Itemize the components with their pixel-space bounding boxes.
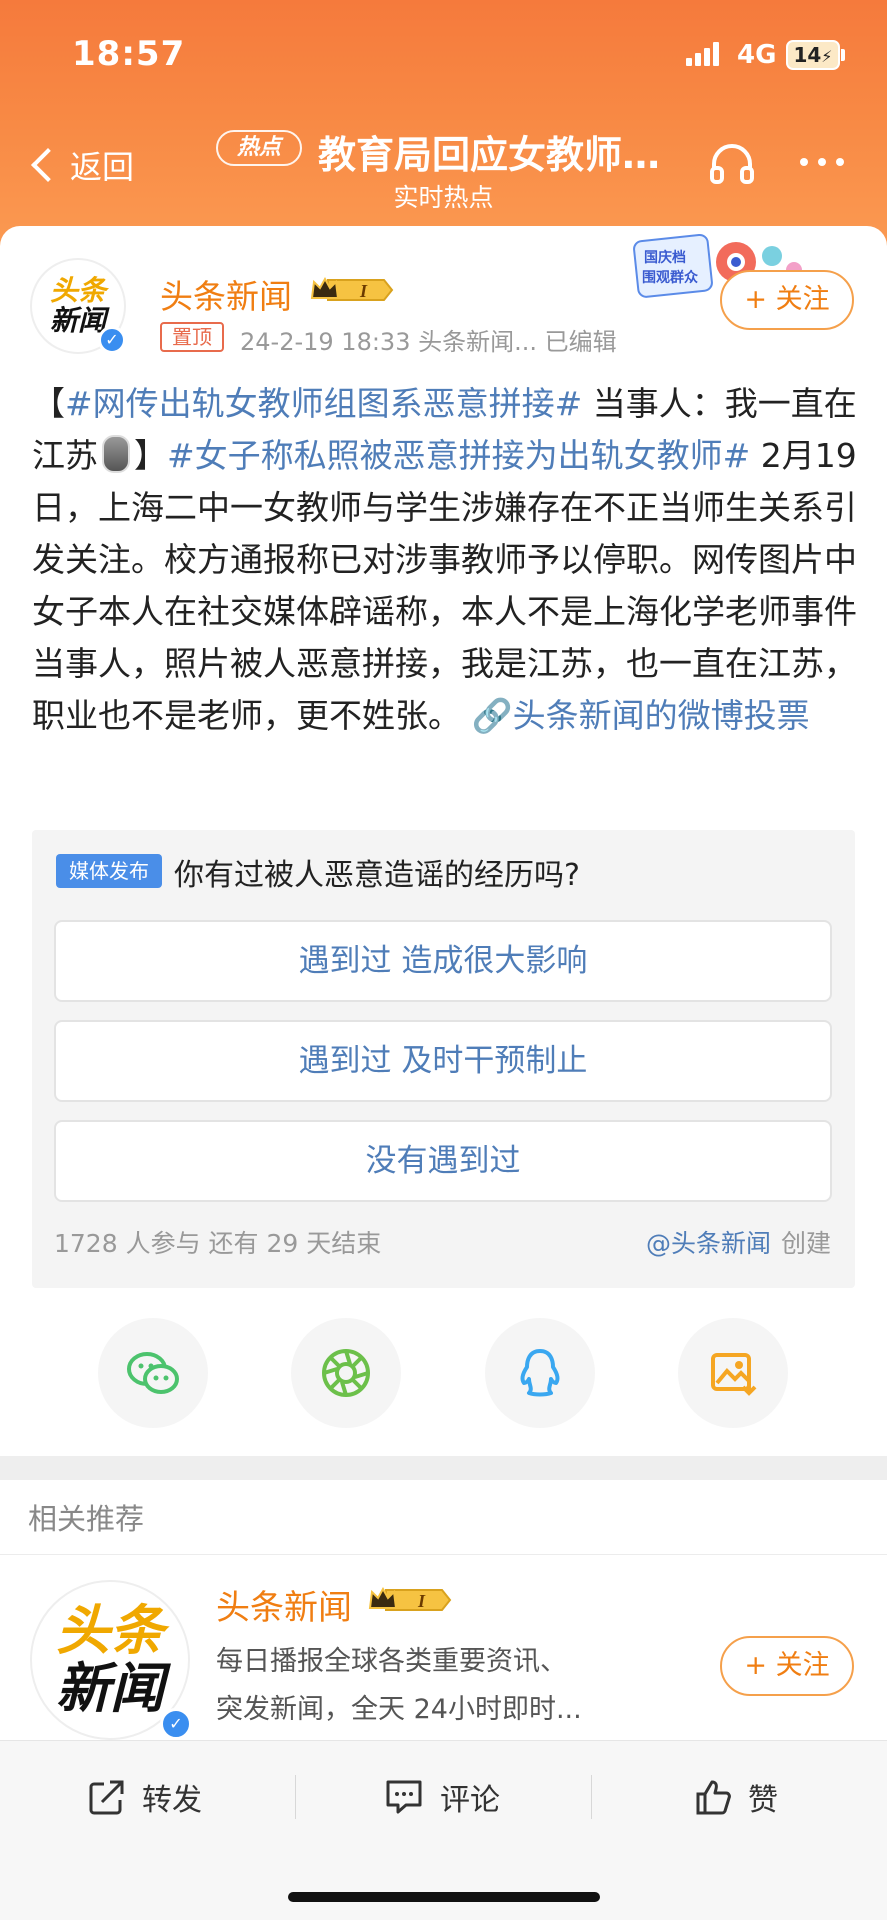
moments-icon bbox=[322, 1349, 370, 1397]
pinned-tag: 置顶 bbox=[160, 322, 224, 352]
related-description: 每日播报全球各类重要资讯、 突发新闻，全天 24小时即时... bbox=[216, 1646, 582, 1725]
repost-icon bbox=[89, 1780, 124, 1815]
save-image-icon bbox=[711, 1353, 757, 1396]
battery-tip bbox=[841, 49, 845, 61]
section-divider bbox=[0, 1456, 887, 1480]
poll-option[interactable]: 没有遇到过 bbox=[54, 1120, 832, 1202]
related-section: 相关推荐 头条 新闻 ✓ 头条新闻 I 每日播报全球各类重要资讯、 突发新闻，全… bbox=[0, 1480, 887, 1740]
svg-text:I: I bbox=[417, 1591, 426, 1611]
battery-level: 14 bbox=[793, 43, 822, 67]
crown-badge-icon: I bbox=[310, 276, 394, 301]
media-tag: 媒体发布 bbox=[56, 854, 162, 888]
battery-icon: 14⚡ bbox=[786, 40, 840, 70]
comment-icon bbox=[386, 1780, 422, 1814]
avatar-logo: 头条 新闻 bbox=[56, 1599, 164, 1720]
status-time: 18:57 bbox=[72, 34, 186, 74]
bar-separator bbox=[295, 1775, 296, 1819]
share-qq-button[interactable] bbox=[485, 1318, 595, 1428]
qq-icon bbox=[520, 1349, 560, 1397]
page-title: 教育局回应女教师… bbox=[318, 133, 661, 177]
poll-card: 媒体发布 你有过被人恶意造谣的经历吗? 遇到过 造成很大影响 遇到过 及时干预制… bbox=[32, 830, 855, 1288]
poll-creator-link[interactable]: @头条新闻 bbox=[646, 1229, 771, 1258]
poll-option[interactable]: 遇到过 及时干预制止 bbox=[54, 1020, 832, 1102]
thumbs-up-icon bbox=[696, 1780, 731, 1815]
verified-icon: ✓ bbox=[98, 326, 126, 354]
share-wechat-button[interactable] bbox=[98, 1318, 208, 1428]
network-label: 4G bbox=[737, 40, 777, 70]
hashtag-link[interactable]: #女子称私照被恶意拼接为出轨女教师# bbox=[167, 436, 750, 475]
headphone-icon[interactable] bbox=[708, 140, 756, 186]
wechat-icon bbox=[127, 1352, 179, 1394]
post-body: 【#网传出轨女教师组图系恶意拼接# 当事人：我一直在江苏 】#女子称私照被恶意拼接… bbox=[32, 384, 857, 735]
poll-question: 你有过被人恶意造谣的经历吗? bbox=[174, 858, 580, 893]
comment-button[interactable]: 评论 bbox=[384, 1767, 500, 1827]
microphone-icon bbox=[102, 435, 130, 473]
follow-button[interactable]: + 关注 bbox=[720, 270, 854, 330]
home-indicator[interactable] bbox=[288, 1892, 600, 1902]
svg-text:国庆档: 国庆档 bbox=[644, 249, 686, 266]
related-follow-button[interactable]: + 关注 bbox=[720, 1636, 854, 1696]
like-button[interactable]: 赞 bbox=[694, 1767, 778, 1827]
chevron-left-icon bbox=[31, 148, 65, 182]
link-icon: 🔗 bbox=[471, 696, 513, 735]
poll-creator: @头条新闻 创建 bbox=[645, 1229, 831, 1258]
avatar-logo: 头条 新闻 bbox=[49, 274, 106, 337]
repost-button[interactable]: 转发 bbox=[88, 1767, 202, 1827]
svg-text:围观群众: 围观群众 bbox=[642, 269, 698, 286]
divider bbox=[0, 1554, 887, 1555]
related-title: 相关推荐 bbox=[28, 1502, 145, 1536]
poll-option[interactable]: 遇到过 造成很大影响 bbox=[54, 920, 832, 1002]
share-moments-button[interactable] bbox=[291, 1318, 401, 1428]
related-name[interactable]: 头条新闻 bbox=[216, 1580, 352, 1629]
save-image-button[interactable] bbox=[678, 1318, 788, 1428]
bar-separator bbox=[591, 1775, 592, 1819]
verified-icon: ✓ bbox=[160, 1708, 192, 1740]
signal-icon bbox=[686, 42, 722, 66]
vote-link[interactable]: 🔗头条新闻的微博投票 bbox=[472, 696, 810, 735]
svg-text:I: I bbox=[359, 281, 368, 301]
author-name[interactable]: 头条新闻 bbox=[160, 270, 292, 318]
more-icon[interactable] bbox=[800, 158, 844, 166]
hashtag-link[interactable]: #网传出轨女教师组图系恶意拼接# bbox=[65, 384, 582, 423]
poll-stats: 1728 人参与 还有 29 天结束 bbox=[54, 1229, 382, 1258]
crown-badge-icon: I bbox=[368, 1586, 452, 1611]
post-meta: 24-2-19 18:33 头条新闻... 已编辑 bbox=[240, 328, 617, 356]
hot-badge: 热点 bbox=[216, 130, 302, 166]
